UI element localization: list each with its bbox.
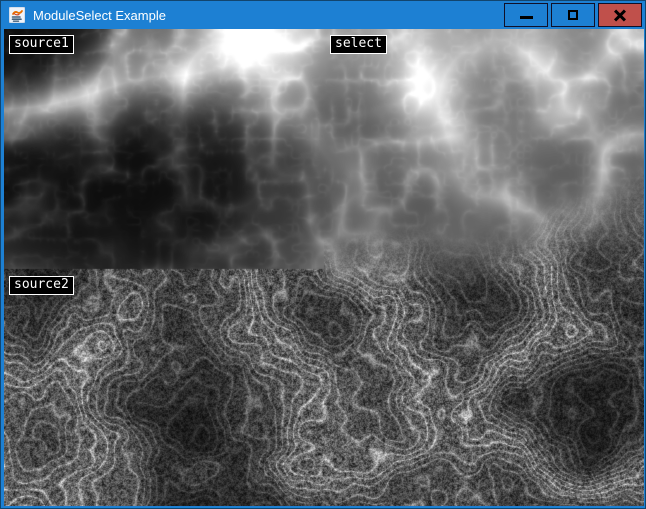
noise-viewport: source1 select source2	[4, 29, 644, 506]
label-source1: source1	[9, 35, 74, 54]
maximize-button[interactable]	[551, 3, 595, 27]
app-window: ModuleSelect Example source1 select sour…	[0, 0, 646, 509]
label-select: select	[330, 35, 387, 54]
java-coffee-cup-icon	[9, 7, 25, 23]
minimize-icon	[520, 16, 533, 19]
close-button[interactable]	[598, 3, 642, 27]
label-source2: source2	[9, 276, 74, 295]
maximize-icon	[568, 10, 578, 20]
window-controls	[504, 3, 642, 27]
minimize-button[interactable]	[504, 3, 548, 27]
window-title: ModuleSelect Example	[33, 8, 166, 23]
noise-viewport-canvas	[4, 29, 644, 506]
close-icon	[613, 8, 627, 22]
titlebar[interactable]: ModuleSelect Example	[1, 1, 645, 29]
